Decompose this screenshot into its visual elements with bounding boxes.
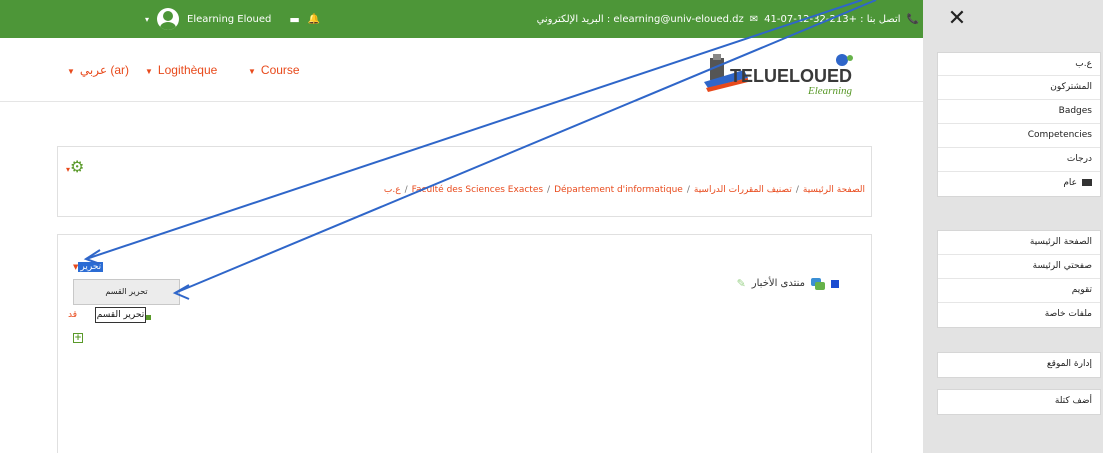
nav-item-general[interactable]: عام: [938, 172, 1100, 196]
add-block-panel: أضف كتلة: [937, 389, 1101, 415]
breadcrumb-panel: ▾⚙ الصفحة الرئيسية/تصنيف المقررات الدراس…: [57, 146, 872, 217]
breadcrumb-item-faculty[interactable]: Faculté des Sciences Exactes: [412, 185, 543, 195]
edit-section-menu-item[interactable]: تحرير القسم: [73, 279, 180, 305]
breadcrumb: الصفحة الرئيسية/تصنيف المقررات الدراسية/…: [383, 185, 865, 195]
logitheque-menu[interactable]: ▼ Logithèque: [145, 63, 217, 77]
edit-dropdown-label: تحرير: [78, 262, 104, 272]
checkbox-square-icon[interactable]: [831, 279, 839, 288]
folder-icon: [1082, 179, 1092, 186]
logitheque-menu-label: Logithèque: [157, 63, 218, 77]
add-block-button[interactable]: أضف كتلة: [938, 390, 1100, 414]
nav-item-grades[interactable]: درجات: [938, 148, 1100, 172]
add-activity-icon[interactable]: +: [73, 333, 83, 343]
contact-info: 📞 اتصل بنا : +213-32-12-07-41 ✉ elearnin…: [537, 0, 919, 38]
site-nav-block: الصفحة الرئيسية صفحتي الرئيسة تقويم ملفا…: [937, 230, 1101, 328]
caret-down-icon: ▼: [145, 67, 153, 76]
nav-item-home[interactable]: الصفحة الرئيسية: [938, 231, 1100, 255]
nav-item-participants[interactable]: المشتركون: [938, 76, 1100, 100]
nav-item-course[interactable]: ع.ب: [938, 53, 1100, 76]
page: ▾ Elearning Eloued ▬ 🔔 📞 اتصل بنا : +213…: [0, 0, 1103, 453]
contact-email[interactable]: elearning@univ-eloued.dz : البريد الإلكت…: [537, 14, 744, 25]
nav-item-badges[interactable]: Badges: [938, 100, 1100, 124]
breadcrumb-item-categories[interactable]: تصنيف المقررات الدراسية: [694, 185, 792, 195]
breadcrumb-item-course[interactable]: ع.ب: [384, 185, 401, 195]
nav-item-calendar[interactable]: تقويم: [938, 279, 1100, 303]
move-handle-icon[interactable]: [146, 315, 151, 320]
message-icon[interactable]: ▬: [289, 13, 299, 26]
caret-down-icon: ▾: [145, 14, 150, 24]
user-menu[interactable]: ▾ Elearning Eloued ▬ 🔔: [145, 0, 320, 38]
close-icon[interactable]: ✕: [944, 6, 970, 32]
language-menu-label: عربي (ar): [79, 63, 130, 77]
nav-item-general-label: عام: [1063, 178, 1077, 188]
admin-nav-block: إدارة الموقع: [937, 352, 1101, 378]
caret-down-icon: ▼: [248, 67, 256, 76]
course-menu[interactable]: ▼ Course: [248, 63, 300, 77]
site-logo[interactable]: TELUELOUED Elearning: [704, 52, 856, 98]
course-menu-label: Course: [260, 63, 300, 77]
phone-icon: 📞: [906, 13, 919, 25]
language-menu[interactable]: ▼ عربي (ar): [67, 63, 129, 77]
nav-item-competencies[interactable]: Competencies: [938, 124, 1100, 148]
logo-subtitle: Elearning: [807, 85, 852, 97]
forum-icon: [811, 277, 825, 290]
avatar[interactable]: [157, 8, 180, 30]
settings-gear-icon[interactable]: ▾⚙: [66, 157, 84, 176]
news-forum-item[interactable]: منتدى الأخبار ✎: [737, 277, 839, 290]
breadcrumb-item-home[interactable]: الصفحة الرئيسية: [803, 185, 865, 195]
caret-down-icon: ▼: [67, 67, 75, 76]
edit-dropdown[interactable]: ▼ تحرير: [73, 262, 104, 272]
nav-item-site-admin[interactable]: إدارة الموقع: [938, 353, 1100, 377]
course-content: ▼ تحرير تحرير القسم قد تحرير القسم + منتد…: [57, 234, 872, 453]
edit-pencil-icon[interactable]: ✎: [737, 277, 746, 290]
nav-item-private-files[interactable]: ملفات خاصة: [938, 303, 1100, 327]
top-navbar: ▾ Elearning Eloued ▬ 🔔 📞 اتصل بنا : +213…: [0, 0, 923, 38]
user-name[interactable]: Elearning Eloued: [187, 14, 271, 25]
nav-item-dashboard[interactable]: صفحتي الرئيسة: [938, 255, 1100, 279]
mail-icon: ✉: [749, 13, 759, 25]
course-nav-block: ع.ب المشتركون Badges Competencies درجات …: [937, 52, 1101, 197]
section-title-fragment: قد: [68, 310, 78, 320]
breadcrumb-item-department[interactable]: Département d'informatique: [554, 185, 683, 195]
notification-bell-icon[interactable]: 🔔: [308, 14, 320, 25]
contact-phone: اتصل بنا : +213-32-12-07-41: [764, 13, 901, 25]
logo-text: TELUELOUED: [730, 66, 852, 86]
forum-label[interactable]: منتدى الأخبار: [752, 278, 805, 289]
tooltip: تحرير القسم: [95, 307, 146, 323]
